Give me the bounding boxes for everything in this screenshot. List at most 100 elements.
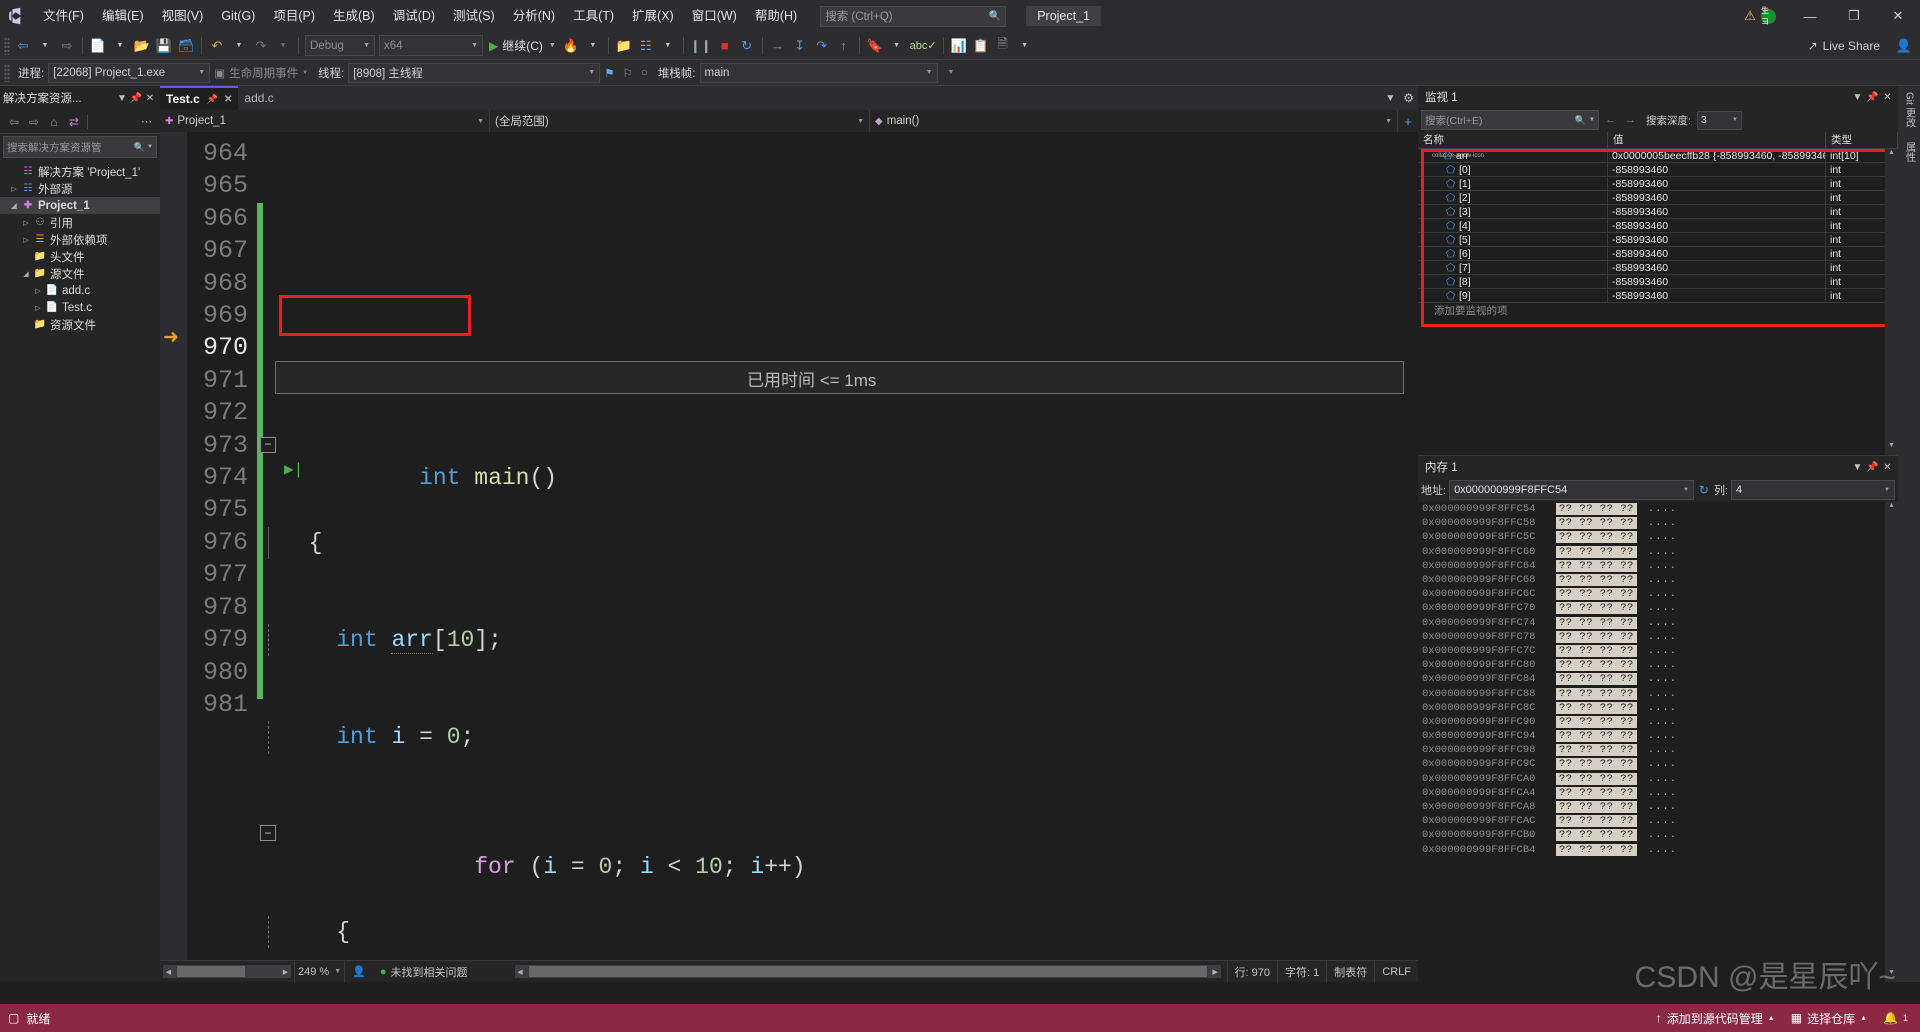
memory-row-hex[interactable]: ?? ?? ?? ?? xyxy=(1556,616,1637,629)
open-file-icon[interactable]: 📂 xyxy=(131,34,153,58)
watch-row[interactable]: ⬠ [1] -858993460 int xyxy=(1418,176,1898,191)
search-prev-button[interactable]: ← xyxy=(1602,114,1619,126)
watch-name-cell[interactable]: collapse-arrow-icon ⬠ arr xyxy=(1418,148,1608,163)
debugbar-overflow-icon[interactable]: ▼ xyxy=(944,69,959,76)
live-share-button[interactable]: ↗ Live Share xyxy=(1808,39,1880,53)
menu-debug[interactable]: 调试(D) xyxy=(384,0,444,32)
memory-row[interactable]: 0x000000999F8FFC80 ?? ?? ?? ??.... xyxy=(1418,658,1898,672)
memory-row[interactable]: 0x000000999F8FFCA4 ?? ?? ?? ??.... xyxy=(1418,786,1898,800)
redo-icon[interactable]: ↷ xyxy=(250,34,272,58)
tree-item-external-deps[interactable]: ▷ ☰ 外部依赖项 xyxy=(0,231,160,248)
global-search-input[interactable]: 搜索 (Ctrl+Q) 🔍 xyxy=(820,5,1007,27)
lifecycle-events-button[interactable]: ▣ 生命周期事件 ▼ xyxy=(210,65,312,81)
memory-row[interactable]: 0x000000999F8FFC58 ?? ?? ?? ??.... xyxy=(1418,516,1898,530)
memory-row[interactable]: 0x000000999F8FFC98 ?? ?? ?? ??.... xyxy=(1418,743,1898,757)
memory-row[interactable]: 0x000000999F8FFC74 ?? ?? ?? ??.... xyxy=(1418,616,1898,630)
tree-item-add-c[interactable]: ▷ 📄 add.c xyxy=(0,282,160,299)
watch-value[interactable]: -858993460 xyxy=(1608,176,1826,191)
stackframe-dropdown[interactable]: main ▼ xyxy=(699,62,938,83)
bookmark-dropdown-icon[interactable]: ▼ xyxy=(886,34,908,58)
vtab-properties[interactable]: 属性 xyxy=(1902,142,1917,162)
memory-row[interactable]: 0x000000999F8FFC88 ?? ?? ?? ??.... xyxy=(1418,686,1898,700)
watch-name-cell[interactable]: ⬠ [5] xyxy=(1418,232,1608,247)
pin-icon[interactable]: 📌 xyxy=(129,93,143,104)
menu-analyze[interactable]: 分析(N) xyxy=(504,0,564,32)
watch-name-cell[interactable]: ⬠ [8] xyxy=(1418,274,1608,289)
menu-file[interactable]: 文件(F) xyxy=(34,0,93,32)
watch-value[interactable]: 0x0000005beecffb28 {-858993460, -8589934… xyxy=(1608,148,1826,163)
step-into-icon[interactable]: ↧ xyxy=(789,34,811,58)
new-item-dropdown-icon[interactable]: ▼ xyxy=(109,34,131,58)
watch-value[interactable]: -858993460 xyxy=(1608,260,1826,275)
watch-name-cell[interactable]: ⬠ [7] xyxy=(1418,260,1608,275)
watch-value[interactable]: -858993460 xyxy=(1608,246,1826,261)
new-item-icon[interactable]: 📄 xyxy=(87,34,109,58)
platform-dropdown[interactable]: x64 ▼ xyxy=(379,35,483,56)
redo-dropdown-icon[interactable]: ▼ xyxy=(272,34,294,58)
scroll-up-icon[interactable]: ▲ xyxy=(1885,149,1898,162)
memory-row[interactable]: 0x000000999F8FFC9C ?? ?? ?? ??.... xyxy=(1418,757,1898,771)
navigate-back-dropdown-icon[interactable]: ▼ xyxy=(34,34,56,58)
search-depth-dropdown[interactable]: 3 ▼ xyxy=(1696,110,1742,130)
tree-item-project[interactable]: ◢ ✚ Project_1 xyxy=(0,197,160,214)
tree-item-header-files[interactable]: 📁 头文件 xyxy=(0,248,160,265)
memory-row-hex[interactable]: ?? ?? ?? ?? xyxy=(1556,815,1637,828)
watch-value[interactable]: -858993460 xyxy=(1608,218,1826,233)
memory-row-hex[interactable]: ?? ?? ?? ?? xyxy=(1556,602,1637,615)
menu-tools[interactable]: 工具(T) xyxy=(564,0,623,32)
notifications-button[interactable]: 🔔 1 xyxy=(1883,1011,1908,1025)
process-dropdown[interactable]: [22068] Project_1.exe ▼ xyxy=(48,62,211,83)
source-control-button[interactable]: ↑ 添加到源代码管理 ▲ xyxy=(1656,1010,1775,1027)
memory-row-hex[interactable]: ?? ?? ?? ?? xyxy=(1556,559,1637,572)
memory-row-hex[interactable]: ?? ?? ?? ?? xyxy=(1556,687,1637,700)
watch-value[interactable]: -858993460 xyxy=(1608,274,1826,289)
next-statement-icon[interactable]: → xyxy=(767,34,789,58)
watch-name-cell[interactable]: ⬠ [9] xyxy=(1418,288,1608,303)
memory-row[interactable]: 0x000000999F8FFC94 ?? ?? ?? ??.... xyxy=(1418,729,1898,743)
more-options-icon[interactable]: ⋯ xyxy=(141,115,156,128)
scroll-down-icon[interactable]: ▼ xyxy=(1885,969,1898,982)
memory-row[interactable]: 0x000000999F8FFCA8 ?? ?? ?? ??.... xyxy=(1418,800,1898,814)
fold-toggle-icon[interactable]: − xyxy=(260,825,276,842)
forward-arrow-icon[interactable]: ⇨ xyxy=(24,115,44,129)
menu-test[interactable]: 测试(S) xyxy=(444,0,504,32)
memory-row-hex[interactable]: ?? ?? ?? ?? xyxy=(1556,630,1637,643)
navbar-scope-dropdown[interactable]: (全局范围) ▼ xyxy=(490,110,870,132)
column-header-name[interactable]: 名称 xyxy=(1418,132,1608,148)
watch-name-cell[interactable]: ⬠ [1] xyxy=(1418,176,1608,191)
memory-row[interactable]: 0x000000999F8FFC64 ?? ?? ?? ??.... xyxy=(1418,559,1898,573)
memory-row-hex[interactable]: ?? ?? ?? ?? xyxy=(1556,517,1637,530)
chevron-down-icon[interactable]: ▼ xyxy=(1850,462,1865,473)
outdent-icon[interactable]: 🗎 xyxy=(992,34,1014,58)
memory-row-hex[interactable]: ?? ?? ?? ?? xyxy=(1556,829,1637,842)
close-icon[interactable]: ✕ xyxy=(1880,462,1895,473)
tree-item-source-files[interactable]: ◢ 📁 源文件 xyxy=(0,265,160,282)
memory-address-input[interactable]: 0x000000999F8FFC54 ▼ xyxy=(1449,480,1694,500)
tree-item-test-c[interactable]: ▷ 📄 Test.c xyxy=(0,299,160,316)
warning-triangle-icon[interactable]: ⚠ xyxy=(1739,8,1761,24)
memory-row-hex[interactable]: ?? ?? ?? ?? xyxy=(1556,843,1637,856)
spellcheck-icon[interactable]: abc✓ xyxy=(908,34,939,58)
account-badge-icon[interactable]: 生ヨ xyxy=(1761,6,1776,26)
watch-row[interactable]: ⬠ [2] -858993460 int xyxy=(1418,190,1898,205)
compare-icon[interactable]: 📊 xyxy=(948,34,970,58)
watch-row[interactable]: ⬠ [3] -858993460 int xyxy=(1418,204,1898,219)
memory-row-hex[interactable]: ?? ?? ?? ?? xyxy=(1556,659,1637,672)
memory-dump[interactable]: 0x000000999F8FFC54?? ?? ?? ??.... 0x00000… xyxy=(1418,502,1898,982)
memory-row-hex[interactable]: ?? ?? ?? ?? xyxy=(1556,786,1637,799)
indent-icon[interactable]: 📋 xyxy=(970,34,992,58)
menu-view[interactable]: 视图(V) xyxy=(153,0,213,32)
menu-git[interactable]: Git(G) xyxy=(212,0,264,32)
hot-reload-dropdown-icon[interactable]: ▼ xyxy=(582,34,604,58)
memory-row-hex[interactable]: ?? ?? ?? ?? xyxy=(1556,744,1637,757)
memory-row[interactable]: 0x000000999F8FFC68 ?? ?? ?? ??.... xyxy=(1418,573,1898,587)
watch-row[interactable]: ⬠ [5] -858993460 int xyxy=(1418,232,1898,247)
person-icon[interactable]: 👤 xyxy=(345,961,373,983)
chevron-down-icon[interactable]: ▼ xyxy=(1850,92,1865,103)
expand-arrow-icon[interactable]: ▷ xyxy=(32,287,44,295)
memory-vertical-scrollbar[interactable]: ▲ ▼ xyxy=(1885,502,1898,982)
code-text[interactable]: − int main() { int arr[10]; int i = 0; − … xyxy=(257,132,1418,960)
flag-icon[interactable]: ⚑ xyxy=(600,66,618,80)
debugbar-grip[interactable] xyxy=(4,63,10,82)
watch-row[interactable]: ⬠ [9] -858993460 int xyxy=(1418,288,1898,303)
